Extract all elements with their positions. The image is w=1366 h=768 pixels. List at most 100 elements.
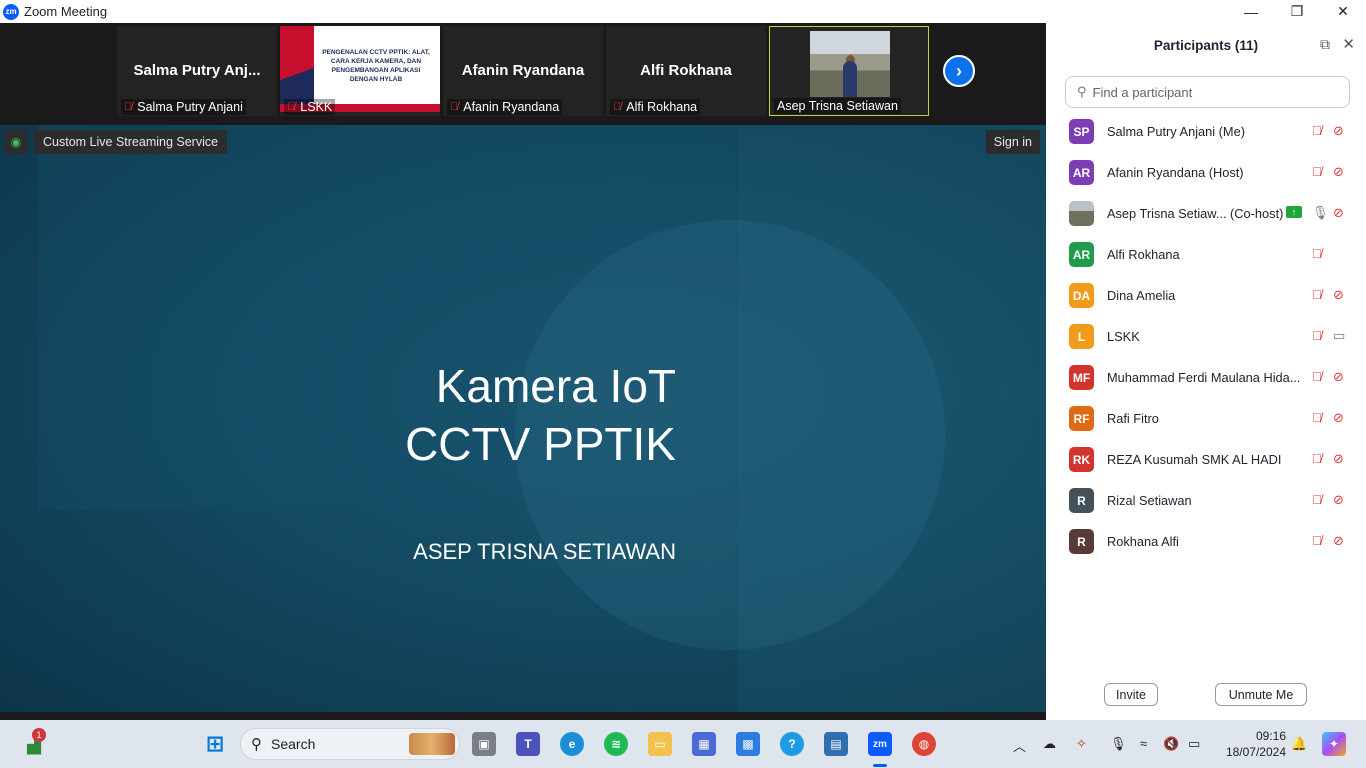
clock-time: 09:16 [1255,729,1286,743]
mic-muted-icon: 🎙̸ [450,101,459,113]
video-thumbnail-strip: Salma Putry Anj... 🎙̸ Salma Putry Anjani … [0,23,1046,125]
camera-off-icon: ⊘ [1333,164,1344,179]
title-bar: zm Zoom Meeting — ❐ ✕ [0,0,1366,23]
participant-row[interactable]: RK REZA Kusumah SMK AL HADI 🎙̸ ⊘ [1046,439,1366,480]
participants-footer: Invite Unmute Me [1046,683,1366,707]
file-explorer-icon[interactable]: ▭ [648,732,672,756]
participant-name: Asep Trisna Setiaw... (Co-host) [1107,206,1284,221]
video-tile[interactable]: Alfi Rokhana 🎙̸ Alfi Rokhana [606,26,766,116]
live-streaming-label: Custom Live Streaming Service [34,130,228,154]
camera-off-icon: ⊘ [1333,123,1344,138]
active-app-indicator [873,764,887,767]
task-view-icon[interactable]: ▣ [472,732,496,756]
tile-name: Alfi Rokhana [626,100,698,114]
mic-muted-icon: 🎙̸ [1312,492,1322,507]
start-windows-icon[interactable]: ⊞ [203,731,227,756]
minimize-button[interactable]: — [1228,0,1274,23]
participant-name: Rokhana Alfi [1107,534,1179,549]
window-title: Zoom Meeting [24,4,108,19]
tile-center-name: Salma Putry Anj... [133,62,261,79]
tile-name: LSKK [300,100,333,114]
tile-center-name: Alfi Rokhana [640,62,732,79]
mic-muted-icon: 🎙̸ [1312,123,1322,138]
tile-name-tag: Asep Trisna Setiawan [774,98,901,114]
microphone-icon[interactable]: 🎙 [1110,736,1127,752]
participant-row[interactable]: RF Rafi Fitro 🎙̸ ⊘ [1046,398,1366,439]
close-panel-icon[interactable]: ✕ [1342,35,1355,53]
video-tile[interactable]: Salma Putry Anj... 🎙̸ Salma Putry Anjani [117,26,277,116]
app-window-icon[interactable]: ▤ [824,732,848,756]
mic-muted-icon: 🎙̸ [124,101,133,113]
slide-title-line2: CCTV PPTIK [405,418,676,470]
maximize-button[interactable]: ❐ [1274,0,1320,23]
volume-muted-icon[interactable]: 🔇 [1163,736,1179,752]
wifi-icon[interactable]: ≈ [1140,736,1147,751]
spotify-icon[interactable]: ≋ [604,732,628,756]
cloud-off-icon[interactable]: ☁ [1043,736,1056,752]
notifications-bell-icon[interactable]: 🔔 [1291,736,1307,752]
zoom-taskbar-icon[interactable]: zm [868,732,892,756]
camera-off-icon: ⊘ [1333,533,1344,548]
avatar: MF [1069,365,1094,390]
help-icon[interactable]: ? [780,732,804,756]
mic-muted-icon: 🎙̸ [1312,164,1322,179]
camera-off-icon: ⊘ [1333,492,1344,507]
teams-icon[interactable]: T [516,732,540,756]
avatar: RK [1069,447,1094,472]
participant-search-input[interactable] [1092,84,1323,100]
participant-row[interactable]: AR Afanin Ryandana (Host) 🎙̸ ⊘ [1046,152,1366,193]
participant-video-feed [810,31,890,97]
zoom-app-icon: zm [3,3,19,20]
participant-row[interactable]: Asep Trisna Setiaw... (Co-host) ↑ 🎙 ⊘ [1046,193,1366,234]
taskbar-clock[interactable]: 09:16 18/07/2024 [1218,728,1286,760]
next-page-button[interactable]: › [943,55,975,87]
clock-date: 18/07/2024 [1225,745,1286,759]
close-window-button[interactable]: ✕ [1320,0,1366,23]
participants-panel: Participants (11) ⧉ ✕ ⚲ SP Salma Putry An… [1046,23,1366,720]
camera-off-icon: ⊘ [1333,287,1344,302]
chrome-icon[interactable]: ◍ [912,732,936,756]
calculator-icon[interactable]: ▦ [692,732,716,756]
copilot-icon[interactable]: ✦ [1322,732,1346,756]
store-icon[interactable]: ▩ [736,732,760,756]
dropbox-icon[interactable]: ✧ [1076,736,1087,752]
screen-share-view: Kamera IoT CCTV PPTIK ASEP TRISNA SETIAW… [0,125,1046,720]
unmute-me-button[interactable]: Unmute Me [1215,683,1307,706]
sign-in-button[interactable]: Sign in [985,130,1040,154]
participant-name: LSKK [1107,329,1140,344]
search-icon: ⚲ [1077,84,1087,99]
meeting-area: Salma Putry Anj... 🎙̸ Salma Putry Anjani … [0,23,1046,720]
live-streaming-indicator[interactable]: ◉ Custom Live Streaming Service [4,130,228,154]
participant-row[interactable]: AR Alfi Rokhana 🎙̸ [1046,234,1366,275]
participant-name: Rizal Setiawan [1107,493,1192,508]
participant-row[interactable]: R Rokhana Alfi 🎙̸ ⊘ [1046,521,1366,562]
participant-row[interactable]: L LSKK 🎙̸ ▭ [1046,316,1366,357]
slide-title-line1: Kamera IoT [435,360,676,412]
popout-icon[interactable]: ⧉ [1320,36,1330,53]
mic-muted-icon: 🎙̸ [613,101,622,113]
participant-row[interactable]: DA Dina Amelia 🎙̸ ⊘ [1046,275,1366,316]
show-hidden-icons[interactable]: ︿ [1013,736,1026,755]
mic-muted-icon: 🎙̸ [1312,246,1322,261]
participant-search[interactable]: ⚲ [1065,76,1350,108]
video-tile[interactable]: Afanin Ryandana 🎙̸ Afanin Ryandana [443,26,603,116]
participants-title: Participants (11) [1153,37,1259,53]
presentation-slide: Kamera IoT CCTV PPTIK ASEP TRISNA SETIAW… [0,125,1046,720]
taskbar-search[interactable]: ⚲ Search [240,728,460,760]
tile-center-name: Afanin Ryandana [461,62,585,79]
video-tile-active-speaker[interactable]: Asep Trisna Setiawan [769,26,929,116]
tile-name: Salma Putry Anjani [137,100,243,114]
notification-badge: 1 [32,728,46,742]
slide-thumbnail-text: PENGENALAN CCTV PPTIK: ALAT, CARA KERJA … [322,49,430,83]
window-controls: — ❐ ✕ [1228,0,1366,23]
participant-row[interactable]: R Rizal Setiawan 🎙̸ ⊘ [1046,480,1366,521]
video-tile[interactable]: PENGENALAN CCTV PPTIK: ALAT, CARA KERJA … [280,26,440,116]
participant-row[interactable]: MF Muhammad Ferdi Maulana Hida... 🎙̸ ⊘ [1046,357,1366,398]
camera-on-icon: ▭ [1333,328,1346,343]
participant-row[interactable]: SP Salma Putry Anjani (Me) 🎙̸ ⊘ [1046,111,1366,152]
slide-author: ASEP TRISNA SETIAWAN [413,539,676,564]
participants-list: SP Salma Putry Anjani (Me) 🎙̸ ⊘ AR Afanin Rya… [1046,111,1366,562]
edge-browser-icon[interactable]: e [560,732,584,756]
invite-button[interactable]: Invite [1104,683,1158,706]
battery-icon[interactable]: ▭ [1188,736,1200,752]
